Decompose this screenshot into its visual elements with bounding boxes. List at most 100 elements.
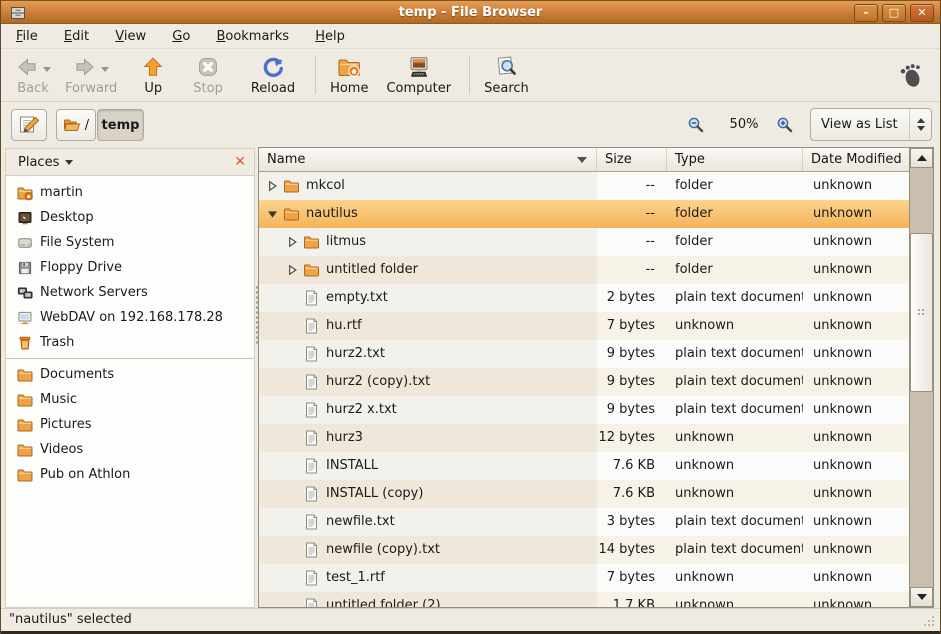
back-button[interactable]: Back bbox=[15, 54, 51, 96]
table-row[interactable]: hurz2.txt 9 bytes plain text document un… bbox=[259, 340, 909, 368]
reload-button[interactable]: Reload bbox=[251, 54, 295, 96]
table-row[interactable]: INSTALL (copy) 7.6 KB unknown unknown bbox=[259, 480, 909, 508]
scrollbar-thumb[interactable] bbox=[910, 233, 933, 392]
places-header[interactable]: Places ✕ bbox=[6, 149, 254, 176]
zoom-in-icon[interactable] bbox=[776, 116, 794, 134]
table-row[interactable]: test_1.rtf 7 bytes unknown unknown bbox=[259, 564, 909, 592]
folder-icon bbox=[283, 178, 300, 194]
vertical-scrollbar[interactable] bbox=[909, 148, 933, 607]
folder-icon bbox=[17, 467, 33, 483]
table-row[interactable]: hurz2 (copy).txt 9 bytes plain text docu… bbox=[259, 368, 909, 396]
path-root-button[interactable]: / bbox=[56, 109, 96, 141]
text-file-icon bbox=[303, 570, 320, 586]
sidebar-item-webdav[interactable]: WebDAV on 192.168.178.28 bbox=[6, 305, 254, 330]
expander-closed-icon[interactable] bbox=[265, 178, 280, 194]
close-button[interactable]: ✕ bbox=[910, 4, 934, 22]
statusbar: "nautilus" selected bbox=[1, 608, 940, 631]
desktop-icon bbox=[17, 210, 33, 226]
combo-spinner-icon[interactable] bbox=[909, 109, 931, 140]
table-row[interactable]: newfile.txt 3 bytes plain text document … bbox=[259, 508, 909, 536]
list-header: Name Size Type Date Modified bbox=[259, 148, 909, 172]
scroll-down-icon[interactable] bbox=[910, 587, 933, 607]
forward-arrow-icon bbox=[73, 55, 97, 79]
table-row[interactable]: INSTALL 7.6 KB unknown unknown bbox=[259, 452, 909, 480]
table-row-selected[interactable]: nautilus -- folder unknown bbox=[259, 200, 909, 228]
table-row[interactable]: mkcol -- folder unknown bbox=[259, 172, 909, 200]
close-icon: ✕ bbox=[911, 5, 933, 20]
sidebar-close-icon[interactable]: ✕ bbox=[234, 155, 246, 169]
menu-help[interactable]: Help bbox=[304, 25, 356, 48]
text-file-icon bbox=[303, 542, 320, 558]
table-row[interactable]: litmus -- folder unknown bbox=[259, 228, 909, 256]
open-folder-icon bbox=[63, 117, 81, 133]
sort-descending-icon bbox=[577, 157, 587, 163]
sidebar-item-pub-on-athlon[interactable]: Pub on Athlon bbox=[6, 462, 254, 487]
expander-open-icon[interactable] bbox=[265, 206, 280, 222]
maximize-button[interactable]: □ bbox=[882, 4, 906, 22]
computer-button[interactable]: Computer bbox=[386, 54, 451, 96]
column-header-name[interactable]: Name bbox=[259, 148, 597, 171]
file-browser-window: temp - File Browser – □ ✕ File Edit View… bbox=[0, 0, 941, 634]
sidebar-item-pictures[interactable]: Pictures bbox=[6, 412, 254, 437]
minimize-button[interactable]: – bbox=[854, 4, 878, 22]
menu-view[interactable]: View bbox=[104, 25, 157, 48]
status-text: "nautilus" selected bbox=[9, 612, 132, 627]
expander-closed-icon[interactable] bbox=[285, 234, 300, 250]
places-dropdown-icon[interactable] bbox=[65, 160, 73, 165]
search-icon bbox=[494, 55, 518, 79]
table-row[interactable]: untitled folder (2) 1.7 KB unknown unkno… bbox=[259, 592, 909, 607]
sidebar-item-trash[interactable]: Trash bbox=[6, 330, 254, 355]
expander-closed-icon[interactable] bbox=[285, 262, 300, 278]
home-folder-icon bbox=[17, 185, 33, 201]
text-file-icon bbox=[303, 514, 320, 530]
toolbar-separator bbox=[469, 56, 470, 94]
sidebar-item-videos[interactable]: Videos bbox=[6, 437, 254, 462]
menu-bookmarks[interactable]: Bookmarks bbox=[205, 25, 300, 48]
menu-edit[interactable]: Edit bbox=[53, 25, 100, 48]
folder-icon bbox=[17, 392, 33, 408]
toolbar-separator bbox=[315, 56, 316, 94]
table-row[interactable]: untitled folder -- folder unknown bbox=[259, 256, 909, 284]
view-mode-combo[interactable]: View as List bbox=[810, 108, 932, 141]
table-row[interactable]: empty.txt 2 bytes plain text document un… bbox=[259, 284, 909, 312]
forward-button[interactable]: Forward bbox=[65, 54, 117, 96]
path-current-button[interactable]: temp bbox=[97, 109, 144, 141]
back-history-dropdown-icon[interactable] bbox=[43, 67, 51, 72]
column-header-date[interactable]: Date Modified bbox=[803, 148, 909, 171]
sidebar-item-documents[interactable]: Documents bbox=[6, 362, 254, 387]
table-row[interactable]: newfile (copy).txt 14 bytes plain text d… bbox=[259, 536, 909, 564]
sidebar-separator bbox=[6, 358, 254, 359]
menu-file[interactable]: File bbox=[5, 25, 49, 48]
menu-go[interactable]: Go bbox=[161, 25, 201, 48]
note-pencil-icon bbox=[18, 114, 40, 136]
edit-location-button[interactable] bbox=[11, 109, 47, 141]
column-header-type[interactable]: Type bbox=[667, 148, 803, 171]
sidebar-item-music[interactable]: Music bbox=[6, 387, 254, 412]
folder-icon bbox=[303, 234, 320, 250]
table-row[interactable]: hurz3 12 bytes unknown unknown bbox=[259, 424, 909, 452]
scroll-up-icon[interactable] bbox=[910, 148, 933, 168]
forward-history-dropdown-icon[interactable] bbox=[101, 67, 109, 72]
folder-icon bbox=[17, 442, 33, 458]
titlebar[interactable]: temp - File Browser – □ ✕ bbox=[1, 0, 940, 24]
table-row[interactable]: hurz2 x.txt 9 bytes plain text document … bbox=[259, 396, 909, 424]
sidebar-item-desktop[interactable]: Desktop bbox=[6, 205, 254, 230]
window-resize-grip[interactable] bbox=[922, 614, 936, 628]
computer-icon bbox=[407, 55, 431, 79]
stop-button[interactable]: Stop bbox=[193, 54, 223, 96]
location-bar: / temp 50% View as List bbox=[1, 103, 940, 146]
table-row[interactable]: hu.rtf 7 bytes unknown unknown bbox=[259, 312, 909, 340]
home-button[interactable]: Home bbox=[330, 54, 368, 96]
text-file-icon bbox=[303, 290, 320, 306]
up-button[interactable]: Up bbox=[141, 54, 165, 96]
sidebar-item-floppy[interactable]: Floppy Drive bbox=[6, 255, 254, 280]
sidebar-item-network-servers[interactable]: Network Servers bbox=[6, 280, 254, 305]
search-button[interactable]: Search bbox=[484, 54, 529, 96]
sidebar-item-martin[interactable]: martin bbox=[6, 180, 254, 205]
zoom-out-icon[interactable] bbox=[687, 116, 705, 134]
reload-icon bbox=[261, 55, 285, 79]
home-icon bbox=[337, 55, 361, 79]
column-header-size[interactable]: Size bbox=[597, 148, 667, 171]
sidebar-item-file-system[interactable]: File System bbox=[6, 230, 254, 255]
text-file-icon bbox=[303, 430, 320, 446]
